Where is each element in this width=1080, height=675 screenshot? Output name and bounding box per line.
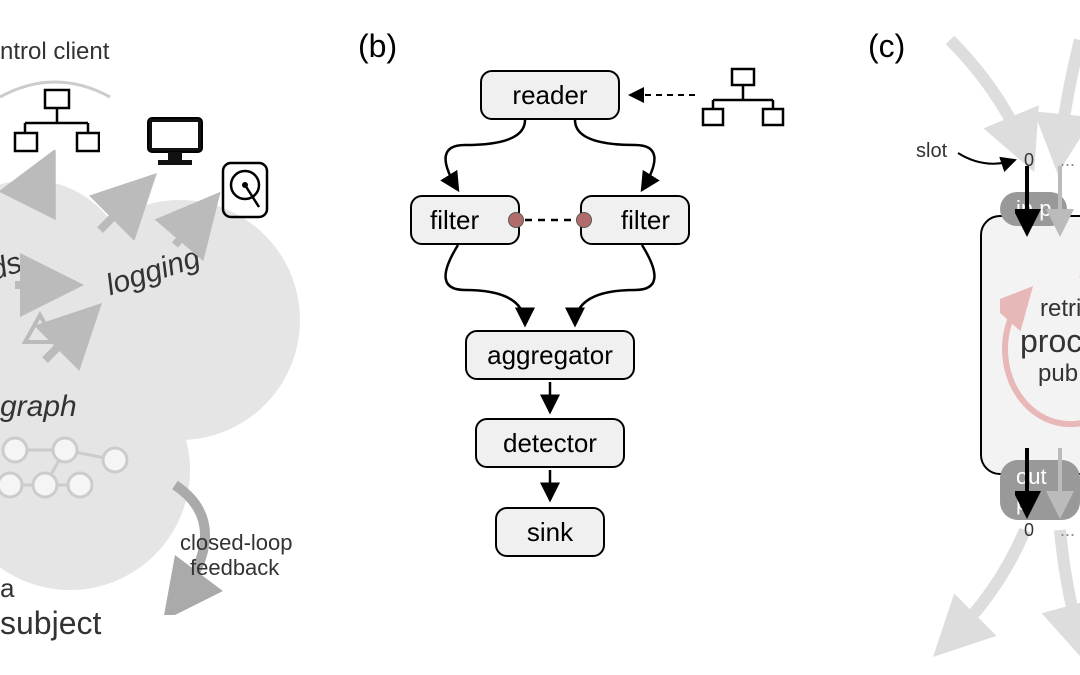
- reader-node: reader: [480, 70, 620, 120]
- feedback-label: feedback: [190, 555, 279, 581]
- a-label: a: [0, 573, 14, 604]
- detector-node: detector: [475, 418, 625, 468]
- subject-label: subject: [0, 605, 101, 642]
- reader-text: reader: [512, 80, 587, 111]
- in-port-arrows: [1015, 163, 1080, 243]
- slot-label: slot: [916, 140, 947, 163]
- filter1-text: filter: [430, 205, 479, 236]
- panel-b-label: (b): [358, 28, 397, 65]
- arrow-agg-det: [540, 380, 560, 420]
- arrow-net-reader: [620, 85, 700, 105]
- filter2-text: filter: [621, 205, 670, 236]
- graph-nodes-icon: [0, 430, 145, 510]
- arrow-det-sink: [540, 468, 560, 508]
- grey-arrows-inner: [0, 150, 280, 430]
- aggregator-node: aggregator: [465, 330, 635, 380]
- sink-node: sink: [495, 507, 605, 557]
- detector-text: detector: [503, 428, 597, 459]
- panel-c-label: (c): [868, 28, 905, 65]
- pub-label: pub: [1038, 360, 1078, 388]
- filter1-node: filter: [410, 195, 520, 245]
- filter2-node: filter: [580, 195, 690, 245]
- dots-bottom: ...: [1060, 520, 1075, 541]
- network-icon-b: [700, 65, 785, 130]
- zero-bottom: 0: [1024, 520, 1034, 541]
- filter-link: [520, 214, 580, 226]
- sink-text: sink: [527, 517, 573, 548]
- retri-label: retri: [1040, 295, 1080, 323]
- filter-merge: [410, 240, 690, 335]
- out-port-arrows: [1015, 445, 1080, 525]
- reader-branches: [410, 115, 690, 200]
- arc-top: [0, 62, 115, 102]
- proc-label: proc: [1020, 323, 1080, 360]
- aggregator-text: aggregator: [487, 340, 613, 371]
- closed-loop-label: closed-loop: [180, 530, 293, 556]
